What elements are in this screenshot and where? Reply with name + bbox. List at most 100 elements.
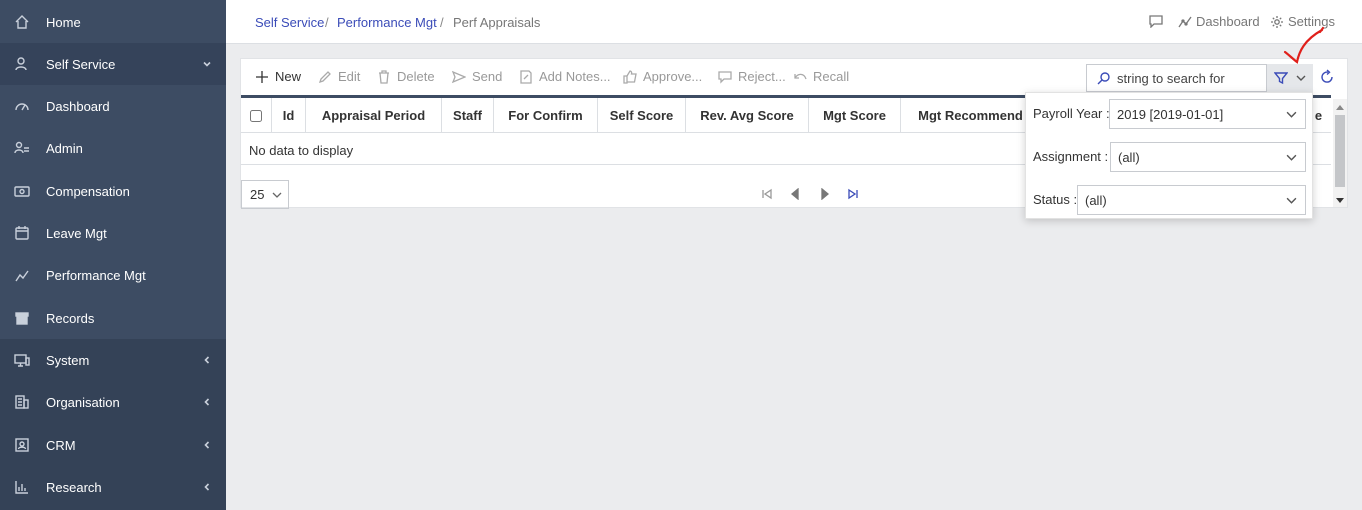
performance-icon	[13, 266, 31, 284]
breadcrumb-performance-mgt[interactable]: Performance Mgt	[337, 15, 437, 30]
sidebar-item-performance-mgt[interactable]: Performance Mgt	[0, 254, 226, 296]
recall-icon	[794, 73, 807, 79]
vertical-scrollbar[interactable]	[1333, 99, 1347, 207]
annotation-checkmark-icon	[1283, 26, 1325, 64]
approve-button[interactable]: Approve...	[623, 69, 702, 84]
sidebar-item-crm[interactable]: CRM	[0, 424, 226, 466]
assignment-value: (all)	[1118, 149, 1140, 165]
recall-button[interactable]: Recall	[793, 69, 849, 84]
column-header-for-confirm[interactable]: For Confirm	[494, 98, 598, 133]
column-header-self-score[interactable]: Self Score	[598, 98, 686, 133]
first-page-button[interactable]	[759, 186, 775, 202]
chevron-down-icon	[1286, 154, 1297, 161]
breadcrumb-self-service[interactable]: Self Service	[255, 15, 324, 30]
scroll-down-icon[interactable]	[1336, 198, 1344, 203]
select-all-checkbox[interactable]	[250, 109, 262, 122]
sidebar-item-label: Research	[46, 479, 102, 495]
dashboard-icon	[13, 97, 31, 115]
chevron-left-icon	[202, 440, 212, 450]
status-label: Status :	[1033, 192, 1078, 207]
delete-button[interactable]: Delete	[377, 69, 435, 84]
sidebar-item-compensation[interactable]: Compensation	[0, 170, 226, 212]
dashboard-link[interactable]: Dashboard	[1178, 14, 1260, 29]
filter-icon	[1274, 72, 1288, 85]
chevron-down-icon	[1286, 111, 1297, 118]
column-header-id[interactable]: Id	[272, 98, 306, 133]
column-header-mgt-recommend[interactable]: Mgt Recommend	[901, 98, 1041, 133]
sidebar-item-dashboard[interactable]: Dashboard	[0, 85, 226, 127]
chevron-down-icon	[1296, 75, 1306, 81]
toolbar: New Edit Delete Send Add Notes... Approv…	[241, 59, 1349, 95]
column-header-staff[interactable]: Staff	[442, 98, 494, 133]
building-icon	[13, 393, 31, 411]
prev-page-button[interactable]	[787, 186, 803, 202]
chevron-down-icon	[202, 59, 212, 69]
new-button[interactable]: New	[255, 69, 301, 84]
last-page-button[interactable]	[845, 186, 861, 202]
scroll-thumb[interactable]	[1335, 115, 1345, 187]
add-notes-button[interactable]: Add Notes...	[519, 69, 611, 84]
filter-popup: Payroll Year : 2019 [2019-01-01] Assignm…	[1025, 92, 1313, 219]
sidebar-item-label: Organisation	[46, 394, 120, 410]
sidebar-item-leave-mgt[interactable]: Leave Mgt	[0, 212, 226, 254]
sidebar-item-organisation[interactable]: Organisation	[0, 381, 226, 423]
search-box[interactable]	[1086, 64, 1267, 92]
column-header-mgt-score[interactable]: Mgt Score	[809, 98, 901, 133]
column-header-rev-avg-score[interactable]: Rev. Avg Score	[686, 98, 809, 133]
search-input[interactable]	[1117, 70, 1257, 86]
refresh-button[interactable]	[1317, 67, 1337, 87]
sidebar-item-home[interactable]: Home	[0, 1, 226, 43]
sidebar-item-label: Leave Mgt	[46, 225, 107, 241]
reject-button-label: Reject...	[738, 69, 786, 84]
page-size-select[interactable]: 25	[241, 180, 289, 209]
sidebar-item-admin[interactable]: Admin	[0, 127, 226, 169]
assignment-select[interactable]: (all)	[1110, 142, 1306, 172]
chevron-left-icon	[202, 397, 212, 407]
sidebar-item-records[interactable]: Records	[0, 297, 226, 339]
payroll-year-select[interactable]: 2019 [2019-01-01]	[1109, 99, 1306, 129]
new-button-label: New	[275, 69, 302, 84]
send-button[interactable]: Send	[452, 69, 502, 84]
comment-icon	[718, 70, 732, 84]
reject-button[interactable]: Reject...	[718, 69, 786, 84]
crm-icon	[13, 436, 31, 454]
pencil-icon	[318, 70, 331, 83]
plus-icon	[256, 70, 268, 83]
thumbs-up-icon	[623, 69, 637, 84]
filter-dropdown-button[interactable]	[1267, 64, 1313, 92]
page-size-value: 25	[250, 187, 265, 202]
delete-button-label: Delete	[397, 69, 435, 84]
home-icon	[13, 13, 31, 31]
sidebar-item-label: Performance Mgt	[46, 267, 146, 283]
refresh-icon	[1321, 69, 1333, 83]
scroll-up-icon[interactable]	[1336, 105, 1344, 110]
chat-button[interactable]	[1149, 14, 1167, 28]
chevron-left-icon	[202, 482, 212, 492]
first-page-icon	[762, 188, 772, 200]
monitor-icon	[13, 351, 31, 369]
edit-button[interactable]: Edit	[318, 69, 360, 84]
last-page-icon	[848, 188, 858, 200]
note-icon	[520, 69, 532, 84]
archive-icon	[13, 309, 31, 327]
send-icon	[452, 70, 466, 83]
trash-icon	[379, 69, 389, 84]
assignment-label: Assignment :	[1033, 149, 1109, 164]
next-page-button[interactable]	[817, 186, 833, 202]
dashboard-link-label: Dashboard	[1196, 14, 1260, 29]
sidebar-item-research[interactable]: Research	[0, 466, 226, 508]
sidebar-item-label: Records	[46, 310, 95, 326]
recall-button-label: Recall	[813, 69, 850, 84]
status-value: (all)	[1085, 192, 1107, 208]
prev-page-icon	[790, 188, 799, 200]
sidebar-item-label: Compensation	[46, 183, 130, 199]
column-header-appraisal-period[interactable]: Appraisal Period	[306, 98, 442, 133]
sidebar-item-label: Dashboard	[46, 98, 110, 114]
admin-icon	[13, 139, 31, 157]
sidebar-item-self-service[interactable]: Self Service	[0, 43, 226, 85]
sidebar-item-system[interactable]: System	[0, 339, 226, 381]
sidebar-item-label: System	[46, 352, 90, 368]
chart-icon	[13, 478, 31, 496]
status-select[interactable]: (all)	[1077, 185, 1306, 215]
sidebar: Home Self Service Dashboard Admin Compen…	[0, 0, 226, 510]
